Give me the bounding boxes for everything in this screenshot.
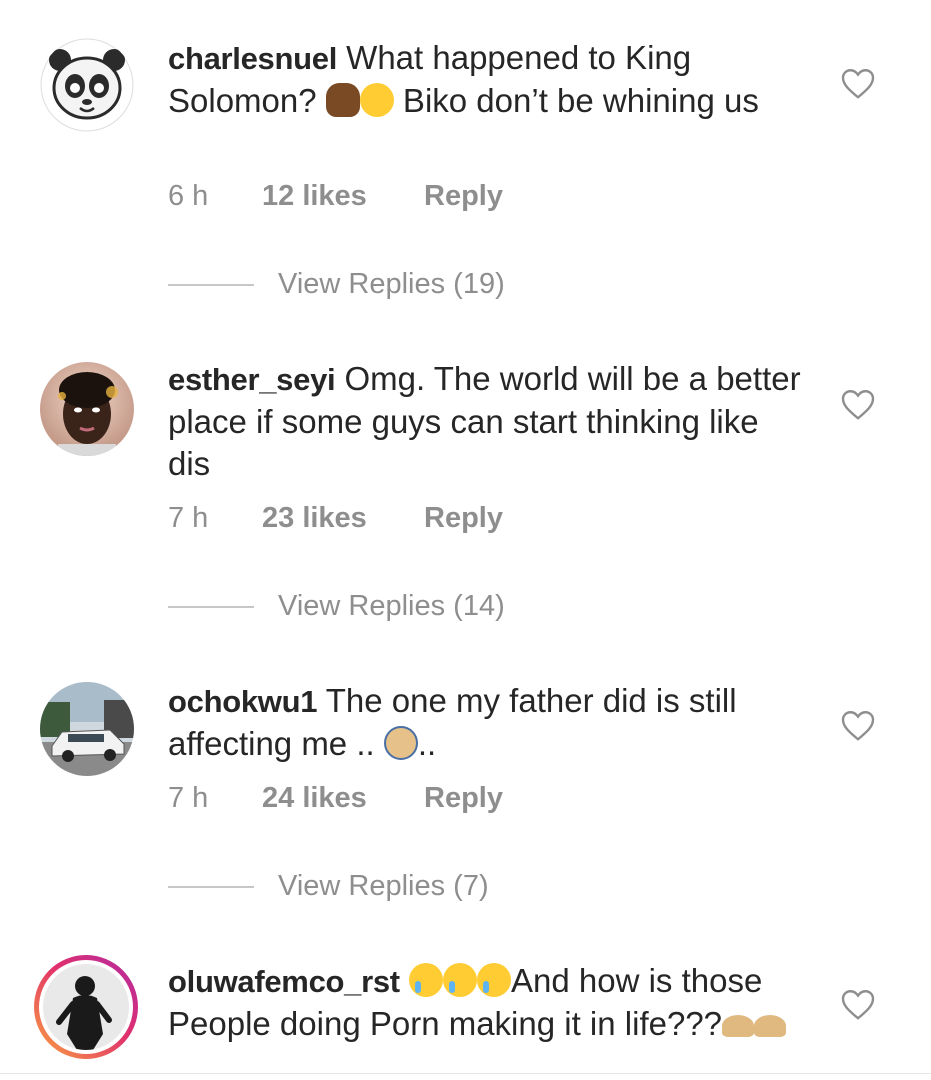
shrug-emoji-icon: [325, 83, 360, 117]
view-replies-label: View Replies (19): [278, 268, 505, 300]
avatar[interactable]: [34, 955, 138, 1059]
replies-divider: [168, 885, 254, 888]
comment-meta: 7 h 23 likes Reply: [168, 502, 503, 535]
comment-username[interactable]: ochokwu1: [168, 684, 317, 719]
comment-text: ochokwu1 The one my father did is still …: [168, 680, 808, 765]
view-replies-button[interactable]: View Replies (14): [168, 590, 505, 623]
comment-text: charlesnuel What happened to King Solomo…: [168, 37, 808, 122]
view-replies-button[interactable]: View Replies (7): [168, 870, 489, 903]
story-ring-avatar: [43, 964, 129, 1050]
comment-text: esther_seyi Omg. The world will be a bet…: [168, 358, 808, 485]
comment-username[interactable]: esther_seyi: [168, 362, 336, 397]
view-replies-label: View Replies (14): [278, 590, 505, 622]
replies-divider: [168, 605, 254, 608]
bowing-emoji-icon: [722, 1015, 755, 1037]
profile-photo: [40, 362, 134, 456]
avatar[interactable]: [40, 38, 134, 132]
avatar[interactable]: [40, 682, 134, 776]
comment-text: oluwafemco_rst And how is those People d…: [168, 960, 808, 1045]
avatar[interactable]: [40, 362, 134, 456]
comment-username[interactable]: oluwafemco_rst: [168, 964, 400, 999]
view-replies-button[interactable]: View Replies (19): [168, 268, 505, 301]
heart-outline-icon[interactable]: [840, 66, 876, 100]
thinking-emoji-icon: [359, 83, 394, 117]
comment-body-continued: Biko don’t be whining us: [393, 82, 759, 119]
reply-button[interactable]: Reply: [424, 782, 503, 815]
comment-body: [400, 962, 409, 999]
heart-outline-icon[interactable]: [840, 987, 876, 1021]
reply-button[interactable]: Reply: [424, 502, 503, 535]
crying-emoji-icon: [408, 963, 443, 997]
comment-time: 7 h: [168, 502, 209, 534]
comment-username[interactable]: charlesnuel: [168, 41, 337, 76]
crying-emoji-icon: [476, 963, 511, 997]
comment-likes[interactable]: 23 likes: [262, 502, 424, 535]
crying-emoji-icon: [442, 963, 477, 997]
bowing-emoji-icon: [754, 1015, 787, 1037]
comment-body-continued: ..: [417, 725, 437, 762]
comment-likes[interactable]: 12 likes: [262, 180, 424, 213]
replies-divider: [168, 283, 254, 286]
comment-time: 6 h: [168, 180, 209, 212]
comment-meta: 7 h 24 likes Reply: [168, 782, 503, 815]
person-silhouette-icon: [43, 964, 129, 1050]
comment-meta: 6 h 12 likes Reply: [168, 180, 503, 213]
view-replies-label: View Replies (7): [278, 870, 489, 902]
comment-likes[interactable]: 24 likes: [262, 782, 424, 815]
comment-time: 7 h: [168, 782, 209, 814]
heart-outline-icon[interactable]: [840, 708, 876, 742]
heart-outline-icon[interactable]: [840, 387, 876, 421]
facepalm-emoji-icon: [383, 726, 418, 760]
panda-avatar-icon: [40, 38, 134, 132]
car-photo: [40, 682, 134, 776]
bottom-divider: [0, 1073, 931, 1074]
reply-button[interactable]: Reply: [424, 180, 503, 213]
